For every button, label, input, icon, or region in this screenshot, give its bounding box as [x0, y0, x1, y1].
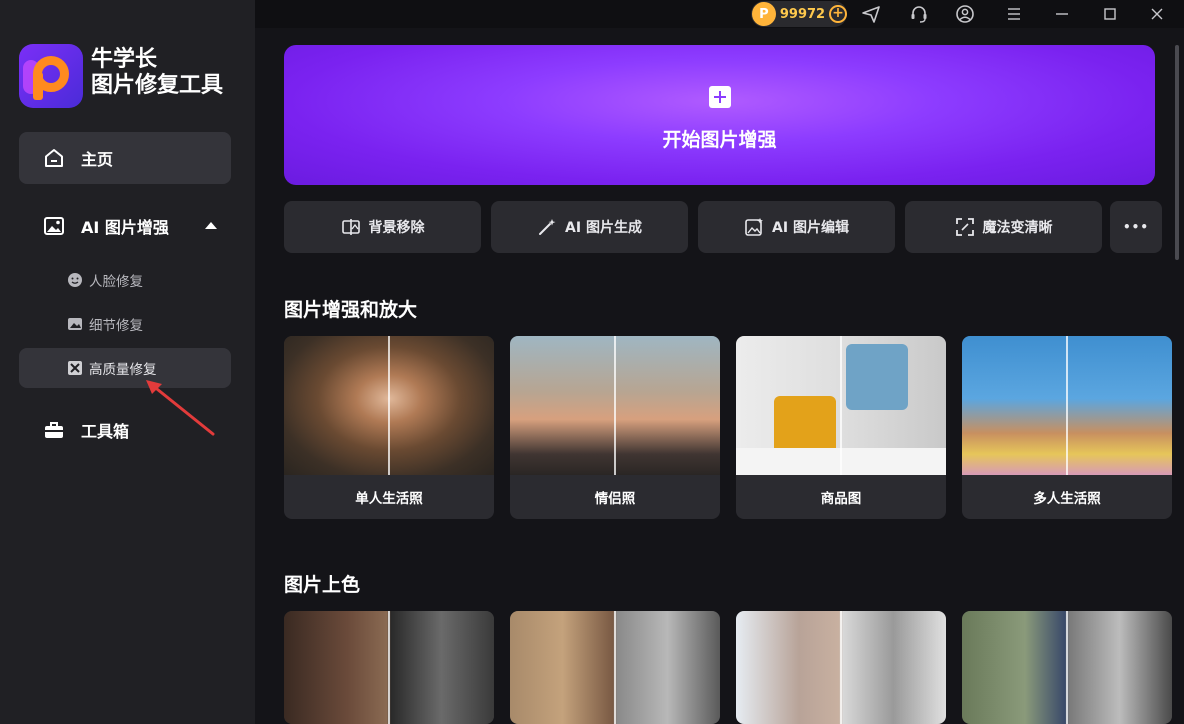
- coin-count: 99972: [779, 6, 826, 22]
- main-scrollbar[interactable]: [1175, 45, 1179, 260]
- section-title-enhance: 图片增强和放大: [284, 299, 418, 321]
- bg-remove-icon: [341, 219, 360, 235]
- title-bar: P 99972 +: [255, 0, 1184, 28]
- preset-card-single-portrait[interactable]: 单人生活照: [284, 336, 494, 519]
- ai-generate-button[interactable]: AI 图片生成: [491, 201, 688, 253]
- compare-divider: [614, 336, 616, 475]
- start-enhance-label: 开始图片增强: [662, 129, 777, 151]
- ai-generate-label: AI 图片生成: [565, 220, 642, 236]
- sidebar-item-detail-repair[interactable]: 细节修复: [19, 304, 231, 344]
- app-title: 牛学长 图片修复工具: [91, 47, 223, 99]
- quality-icon: [68, 361, 82, 375]
- preset-image: [284, 336, 494, 475]
- compare-divider: [388, 336, 390, 475]
- nav-home-label: 主页: [81, 150, 114, 169]
- support-headset-icon[interactable]: [909, 4, 929, 24]
- colorize-card-graduation[interactable]: [962, 611, 1172, 724]
- image-sparkle-icon: [68, 318, 82, 330]
- focus-expand-icon: [955, 218, 974, 236]
- add-image-icon: [709, 86, 731, 108]
- minimize-icon[interactable]: [1052, 4, 1072, 24]
- maximize-icon[interactable]: [1100, 4, 1120, 24]
- colorize-card-child[interactable]: [510, 611, 720, 724]
- nav-ai-enhance[interactable]: AI 图片增强: [19, 200, 231, 252]
- preset-image: [736, 611, 946, 724]
- start-enhance-banner[interactable]: 开始图片增强: [284, 45, 1155, 185]
- bg-remove-label: 背景移除: [368, 220, 425, 236]
- preset-caption: 多人生活照: [1033, 491, 1101, 507]
- account-icon[interactable]: [955, 4, 975, 24]
- compare-divider: [840, 336, 842, 475]
- preset-image: [962, 611, 1172, 724]
- bg-remove-button[interactable]: 背景移除: [284, 201, 481, 253]
- nav-ai-enhance-label: AI 图片增强: [81, 218, 169, 237]
- preset-caption: 情侣照: [594, 491, 636, 507]
- preset-image: [284, 611, 494, 724]
- compare-divider: [1066, 336, 1068, 475]
- collapse-caret-icon[interactable]: [205, 222, 217, 229]
- close-icon[interactable]: [1147, 4, 1167, 24]
- app-title-line1: 牛学长: [91, 47, 158, 72]
- nav-toolbox-label: 工具箱: [81, 422, 130, 441]
- coin-icon: P: [752, 2, 776, 26]
- section-title-colorize: 图片上色: [284, 574, 361, 596]
- preset-card-group[interactable]: 多人生活照: [962, 336, 1172, 519]
- home-icon: [45, 149, 63, 167]
- more-dots-icon: •••: [1122, 220, 1149, 234]
- compare-divider: [1066, 611, 1068, 724]
- app-logo: [19, 44, 83, 108]
- compare-divider: [614, 611, 616, 724]
- colorize-card-family[interactable]: [284, 611, 494, 724]
- magic-sharpen-button[interactable]: 魔法变清晰: [905, 201, 1102, 253]
- colorize-card-wedding[interactable]: [736, 611, 946, 724]
- preset-image: [736, 336, 946, 475]
- ai-edit-button[interactable]: AI 图片编辑: [698, 201, 895, 253]
- magic-wand-icon: [539, 219, 556, 235]
- app-title-line2: 图片修复工具: [91, 73, 224, 98]
- preset-caption: 单人生活照: [355, 491, 423, 507]
- sidebar-item-face-repair[interactable]: 人脸修复: [19, 260, 231, 300]
- sidebar-item-label: 人脸修复: [89, 274, 143, 290]
- add-coins-icon[interactable]: +: [829, 5, 847, 23]
- preset-card-couple[interactable]: 情侣照: [510, 336, 720, 519]
- more-actions-button[interactable]: •••: [1110, 201, 1162, 253]
- image-edit-icon: [745, 218, 764, 236]
- preset-image: [510, 611, 720, 724]
- toolbox-icon: [45, 422, 63, 438]
- annotation-arrow: [146, 380, 215, 436]
- send-icon[interactable]: [861, 4, 881, 24]
- sidebar-item-label: 细节修复: [89, 318, 143, 334]
- nav-home[interactable]: 主页: [19, 132, 231, 184]
- preset-caption: 商品图: [820, 491, 862, 507]
- preset-image: [962, 336, 1172, 475]
- menu-icon[interactable]: [1004, 4, 1024, 24]
- compare-divider: [388, 611, 390, 724]
- magic-sharpen-label: 魔法变清晰: [982, 220, 1053, 236]
- preset-card-product[interactable]: 商品图: [736, 336, 946, 519]
- ai-image-icon: [44, 217, 64, 235]
- preset-image: [510, 336, 720, 475]
- compare-divider: [840, 611, 842, 724]
- ai-edit-label: AI 图片编辑: [772, 220, 849, 236]
- coin-balance[interactable]: P 99972 +: [751, 1, 847, 27]
- face-icon: [68, 273, 82, 287]
- sidebar: 牛学长 图片修复工具 主页 AI 图片增强 人脸修复 细节修复 高质量修复 工具…: [0, 0, 255, 724]
